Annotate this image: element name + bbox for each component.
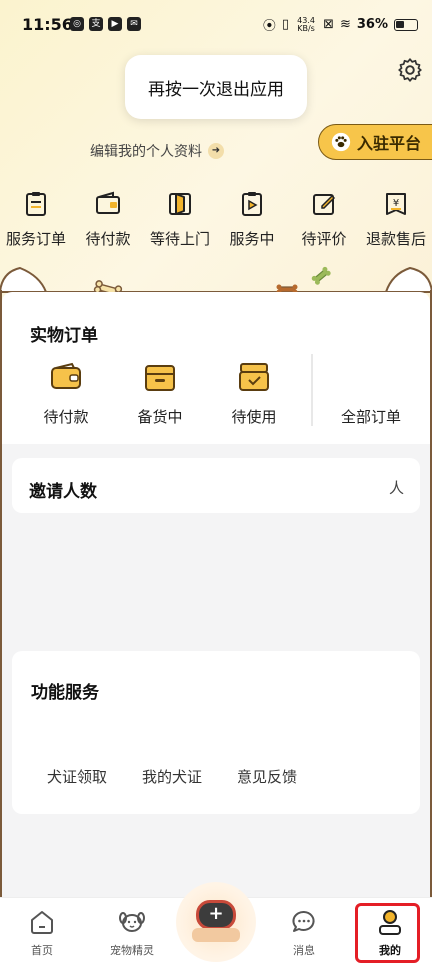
order-label: 服务订单 (5, 230, 66, 248)
status-bar: 11:56 ◎ 支 ▶ ✉ ⦿ ▯ 43.4 KB/s ⊠ ≋ 36% (0, 0, 432, 50)
wifi-icon: ≋ (339, 17, 351, 32)
order-awaiting-visit[interactable]: 等待上门 (144, 190, 216, 260)
message-app-icon: ✉ (127, 17, 141, 31)
wallet-icon (96, 191, 120, 214)
edit-icon (313, 194, 336, 215)
tab-messages[interactable]: 消息 (266, 908, 342, 958)
exit-toast: 再按一次退出应用 (125, 55, 307, 119)
join-platform-button[interactable]: 入驻平台 (318, 124, 432, 160)
svg-text:¥: ¥ (393, 198, 399, 209)
plus-icon: + (196, 900, 236, 930)
settings-gear-icon[interactable] (397, 57, 423, 83)
order-label: 等待上门 (149, 230, 210, 248)
wallet-icon (51, 362, 81, 389)
center-button-base (192, 928, 240, 942)
invite-count-title: 邀请人数 (29, 482, 97, 502)
order-refund[interactable]: ¥ 退款售后 (360, 190, 432, 260)
service-links: 犬证领取 我的犬证 意见反馈 (47, 766, 297, 787)
order-in-service[interactable]: 服务中 (216, 190, 288, 260)
status-indicators: ⦿ ▯ 43.4 KB/s ⊠ ≋ 36% (263, 15, 418, 34)
status-app-icons: ◎ 支 ▶ ✉ (70, 17, 141, 31)
center-add-button[interactable]: + (176, 882, 256, 962)
order-to-review[interactable]: 待评价 (288, 190, 360, 260)
service-order-row: 服务订单 待付款 等待上门 服务中 待评价 ¥ 退款售后 (0, 190, 432, 260)
order-label: 服务中 (229, 230, 275, 248)
goods-label: 全部订单 (340, 408, 401, 426)
network-speed: 43.4 KB/s (295, 16, 317, 33)
order-label: 待评价 (301, 230, 347, 248)
clipboard-icon (26, 192, 46, 216)
bone-icon (311, 266, 331, 285)
box-icon (145, 365, 175, 391)
function-services-title: 功能服务 (31, 683, 99, 703)
tab-label: 首页 (31, 944, 53, 957)
dog-face-icon (119, 912, 145, 932)
order-service-orders[interactable]: 服务订单 (0, 190, 72, 260)
edit-profile-label: 编辑我的个人资料 (90, 144, 202, 160)
goods-to-use[interactable]: 待使用 (214, 362, 294, 427)
network-speed-unit: KB/s (297, 23, 315, 33)
play-clipboard-icon (242, 192, 262, 216)
battery-icon (394, 18, 418, 31)
goods-pending-payment[interactable]: 待付款 (26, 362, 106, 427)
function-services-card: 功能服务 犬证领取 我的犬证 意见反馈 (12, 651, 420, 814)
chat-icon (292, 911, 315, 932)
tab-me-highlight (355, 903, 420, 963)
refund-icon: ¥ (386, 193, 406, 215)
order-label: 待付款 (85, 230, 131, 248)
goods-all-orders[interactable]: 全部订单 (326, 362, 416, 427)
feedback-link[interactable]: 意见反馈 (237, 766, 297, 787)
goods-order-row: 待付款 备货中 待使用 全部订单 (0, 362, 432, 432)
tab-home[interactable]: 首页 (4, 908, 80, 958)
video-app-icon: ▶ (108, 17, 122, 31)
home-icon (31, 911, 53, 934)
join-platform-label: 入驻平台 (357, 134, 422, 153)
vibrate-icon: ▯ (281, 17, 290, 32)
edit-profile-link[interactable]: 编辑我的个人资料 ➜ (90, 141, 224, 161)
dog-license-claim-link[interactable]: 犬证领取 (47, 766, 107, 787)
status-time: 11:56 (22, 15, 73, 34)
door-icon (169, 193, 191, 215)
goods-label: 备货中 (137, 408, 183, 426)
goods-preparing[interactable]: 备货中 (120, 362, 200, 427)
my-dog-license-link[interactable]: 我的犬证 (142, 766, 202, 787)
tab-label: 宠物精灵 (110, 944, 154, 957)
arrow-right-icon: ➜ (208, 143, 224, 159)
check-box-icon (239, 363, 269, 391)
tab-pet-genie[interactable]: 宠物精灵 (94, 908, 170, 958)
invite-count-unit: 人 (388, 479, 404, 497)
location-icon: ⦿ (262, 19, 276, 34)
order-pending-payment[interactable]: 待付款 (72, 190, 144, 260)
no-sim-icon: ⊠ (323, 17, 334, 32)
goods-divider (311, 354, 313, 426)
goods-label: 待使用 (231, 408, 277, 426)
battery-percent: 36% (356, 17, 388, 32)
alipay-icon: 支 (89, 17, 103, 31)
goods-order-title: 实物订单 (30, 326, 98, 346)
goods-label: 待付款 (43, 408, 89, 426)
invite-count-card[interactable]: 邀请人数 人 (12, 458, 420, 513)
paw-icon (331, 132, 351, 152)
tab-label: 消息 (293, 944, 315, 957)
app-notification-icon: ◎ (70, 17, 84, 31)
order-label: 退款售后 (365, 230, 426, 248)
